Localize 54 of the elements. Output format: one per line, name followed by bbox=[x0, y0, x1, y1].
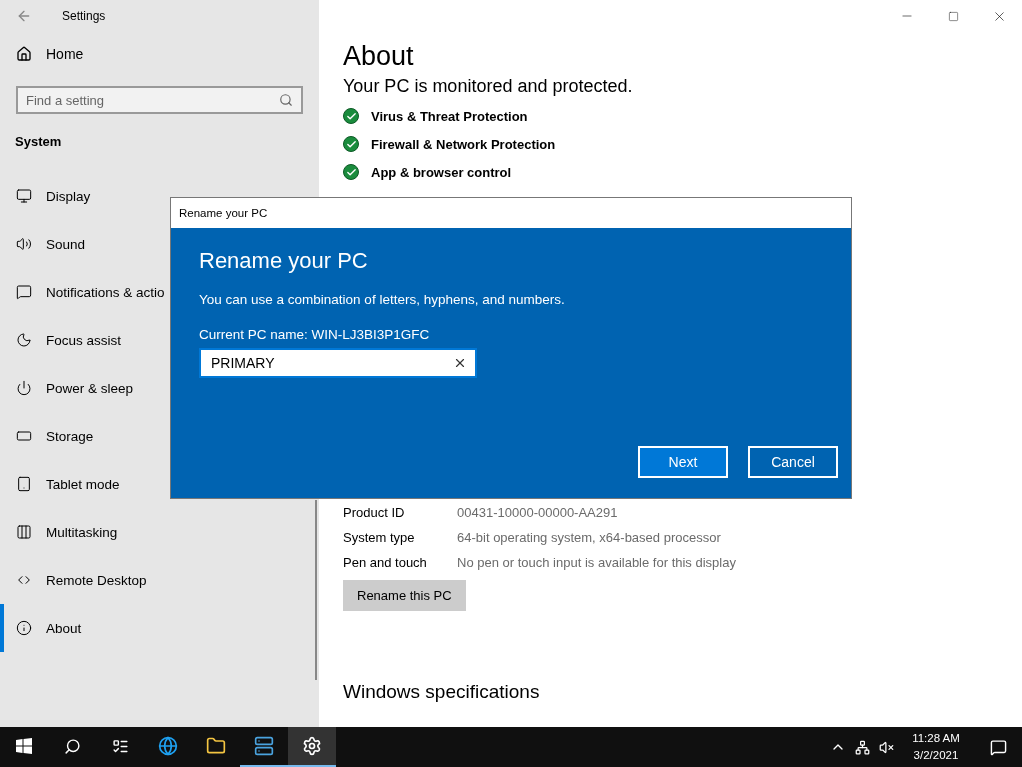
scroll-bar[interactable] bbox=[315, 500, 317, 680]
window-title: Settings bbox=[62, 9, 106, 23]
protection-label: Virus & Threat Protection bbox=[371, 108, 528, 124]
dialog-heading: Rename your PC bbox=[199, 248, 369, 274]
drive-icon bbox=[16, 428, 32, 444]
restore-icon bbox=[947, 10, 959, 22]
protection-label: Firewall & Network Protection bbox=[371, 136, 556, 152]
back-arrow-icon[interactable] bbox=[16, 8, 32, 24]
task-view-icon bbox=[111, 737, 129, 755]
dialog-description: You can use a combination of letters, hyphens, and numbers. bbox=[199, 292, 566, 307]
sidebar-item[interactable]: Remote Desktop bbox=[0, 556, 319, 604]
sidebar-item[interactable]: Storage bbox=[0, 412, 319, 460]
speech-bubble-icon bbox=[16, 284, 32, 300]
clear-icon[interactable] bbox=[453, 356, 467, 370]
info-icon bbox=[16, 620, 32, 636]
speaker-icon bbox=[16, 236, 32, 252]
sidebar-item[interactable]: Multitasking bbox=[0, 508, 319, 556]
name-input[interactable]: PRIMARY bbox=[211, 355, 443, 371]
cancel-button[interactable]: Cancel bbox=[748, 446, 838, 478]
gear-icon bbox=[302, 736, 322, 756]
power-icon bbox=[16, 380, 32, 396]
server-icon bbox=[254, 736, 274, 756]
name-input-field[interactable]: PRIMARY bbox=[199, 348, 477, 378]
spec-name: Product ID bbox=[343, 505, 406, 520]
current-name: Current PC name: WIN-LJ3BI3P1GFC bbox=[199, 327, 431, 342]
folder-icon bbox=[206, 736, 226, 756]
search-input[interactable]: Find a setting bbox=[26, 92, 279, 108]
spec-name: Pen and touch bbox=[343, 555, 428, 570]
home-label: Home bbox=[46, 46, 84, 62]
rename-button[interactable]: Rename this PC bbox=[343, 580, 466, 611]
spec-value: 00431-10000-00000-AA291 bbox=[457, 505, 618, 520]
spec-name: System type bbox=[343, 530, 416, 545]
search-icon bbox=[63, 737, 81, 755]
tablet-icon bbox=[16, 476, 32, 492]
clock[interactable]: 11:28 AM 3/2/2021 bbox=[904, 730, 968, 764]
spec-value: No pen or touch input is available for this display bbox=[457, 555, 736, 570]
monitor-icon bbox=[16, 188, 32, 204]
globe-icon bbox=[158, 736, 178, 756]
section-heading: System bbox=[14, 133, 63, 151]
search-field[interactable]: Find a setting bbox=[16, 86, 303, 114]
sidebar-item[interactable]: Tablet mode bbox=[0, 460, 319, 508]
next-button[interactable]: Next bbox=[638, 446, 728, 478]
search-icon bbox=[279, 93, 293, 107]
windows-logo-icon bbox=[16, 738, 32, 754]
home-icon bbox=[16, 46, 32, 62]
protection-heading: Your PC is monitored and protected. bbox=[343, 75, 634, 98]
page-title: About bbox=[343, 40, 415, 73]
columns-icon bbox=[16, 524, 32, 540]
spec-value: 64-bit operating system, x64-based processor bbox=[457, 530, 721, 545]
section-heading: Windows specifications bbox=[343, 681, 541, 703]
taskbar-app[interactable] bbox=[288, 727, 336, 767]
home-link[interactable]: Home bbox=[0, 32, 319, 76]
moon-icon bbox=[16, 332, 32, 348]
protection-label: App & browser control bbox=[371, 164, 512, 180]
